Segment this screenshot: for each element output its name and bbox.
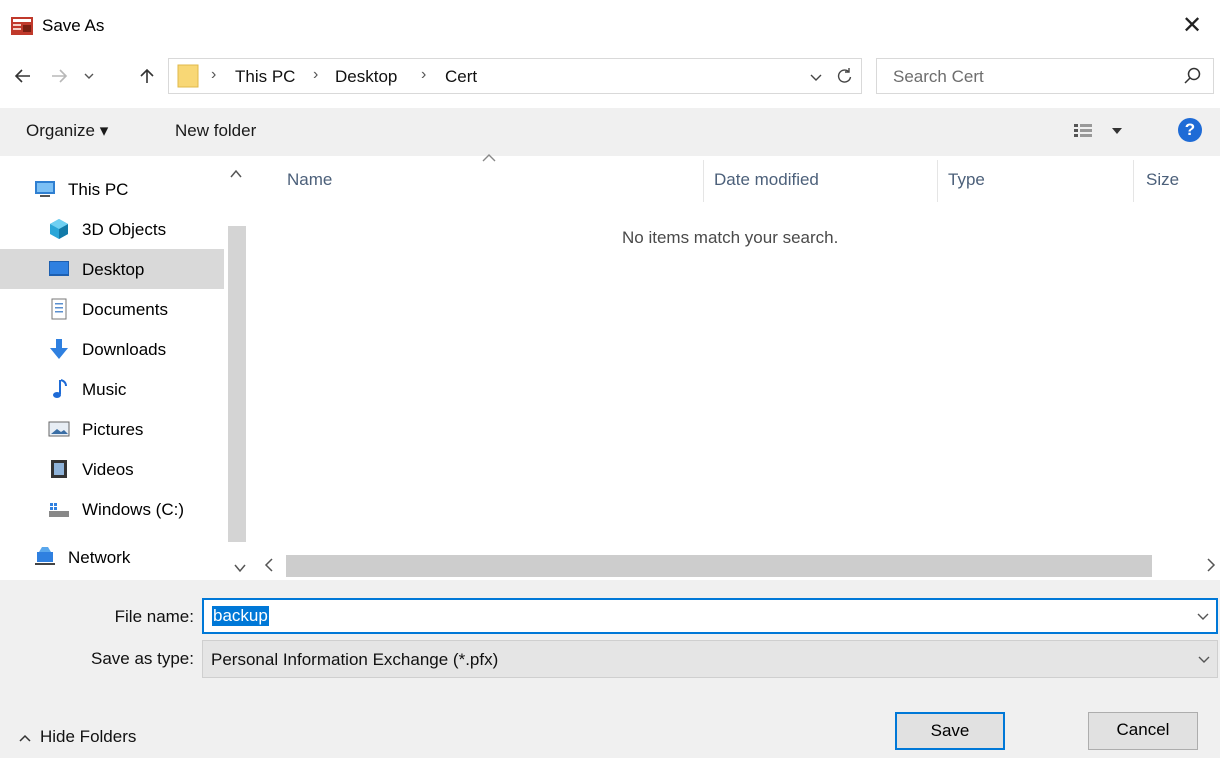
file-name-value[interactable]: backup [212, 606, 269, 626]
arrow-left-icon[interactable] [10, 62, 36, 90]
column-header-type[interactable]: Type [948, 170, 985, 190]
cube-icon [50, 219, 68, 239]
save-as-type-select[interactable]: Personal Information Exchange (*.pfx) [202, 640, 1218, 678]
column-header-name[interactable]: Name [287, 170, 332, 190]
column-header-size[interactable]: Size [1146, 170, 1179, 190]
navigation-pane: This PC 3D Objects Desktop Documents Dow… [0, 156, 248, 580]
sidebar-item-downloads[interactable]: Downloads [0, 329, 224, 369]
scroll-down-arrow-icon[interactable] [228, 560, 252, 576]
sidebar-item-label: 3D Objects [82, 220, 167, 239]
sidebar-item-desktop[interactable]: Desktop [0, 249, 224, 289]
picture-icon [48, 421, 70, 437]
download-icon [50, 339, 68, 359]
save-button[interactable]: Save [895, 712, 1005, 750]
sidebar-item-documents[interactable]: Documents [0, 289, 224, 329]
arrow-up-icon[interactable] [134, 62, 160, 90]
chevron-down-icon[interactable] [80, 62, 98, 90]
search-input[interactable]: Search Cert [893, 67, 984, 87]
computer-icon [35, 181, 55, 197]
sidebar-item-3d-objects[interactable]: 3D Objects [0, 209, 224, 249]
save-as-type-value: Personal Information Exchange (*.pfx) [211, 650, 499, 669]
column-divider[interactable] [1133, 160, 1134, 202]
address-bar[interactable]: › This PC › Desktop › Cert [168, 58, 862, 94]
breadcrumb-this-pc[interactable]: This PC [235, 67, 295, 87]
column-header-date-modified[interactable]: Date modified [714, 170, 819, 190]
sidebar-item-windows-c[interactable]: Windows (C:) [0, 489, 224, 529]
breadcrumb-separator: › [313, 66, 319, 83]
address-history-chevron-icon[interactable] [809, 66, 823, 88]
sidebar-item-label: This PC [68, 180, 129, 199]
sidebar-item-label: Documents [82, 300, 168, 319]
document-icon [51, 298, 67, 320]
sidebar-item-videos[interactable]: Videos [0, 449, 224, 489]
hide-folders-toggle[interactable]: Hide Folders [18, 727, 136, 747]
breadcrumb-cert[interactable]: Cert [445, 67, 477, 87]
scroll-right-arrow-icon[interactable] [1206, 556, 1216, 577]
breadcrumb-separator: › [421, 66, 427, 83]
sidebar-item-network[interactable]: Network [0, 537, 224, 577]
sort-ascending-icon [482, 150, 496, 168]
view-options-icon[interactable] [1072, 120, 1128, 142]
chevron-up-icon [19, 734, 31, 742]
sidebar-item-label: Pictures [82, 420, 144, 439]
network-icon [35, 547, 55, 565]
sidebar-item-label: Network [68, 548, 131, 567]
file-name-label: File name: [114, 607, 194, 626]
cancel-button[interactable]: Cancel [1088, 712, 1198, 750]
column-divider[interactable] [937, 160, 938, 202]
save-as-type-label: Save as type: [90, 649, 194, 668]
organize-menu-button[interactable]: Organize ▾ [26, 121, 108, 141]
sidebar-item-label: Downloads [82, 340, 167, 359]
close-icon[interactable]: ✕ [1172, 10, 1212, 42]
chevron-down-icon[interactable] [1197, 652, 1211, 670]
refresh-icon[interactable] [833, 63, 855, 91]
sidebar-item-music[interactable]: Music [0, 369, 224, 409]
column-divider[interactable] [703, 160, 704, 202]
chevron-down-icon[interactable] [1196, 609, 1210, 627]
search-box[interactable]: Search Cert [876, 58, 1214, 94]
music-note-icon [53, 379, 67, 398]
arrow-right-icon[interactable] [46, 62, 72, 90]
folder-icon [177, 64, 199, 88]
sidebar-item-label: Windows (C:) [82, 500, 185, 519]
breadcrumb-desktop[interactable]: Desktop [335, 67, 397, 87]
scroll-up-arrow-icon[interactable] [224, 166, 248, 182]
certificate-app-icon [11, 17, 33, 35]
sidebar-item-pictures[interactable]: Pictures [0, 409, 224, 449]
sidebar-item-this-pc[interactable]: This PC [0, 169, 224, 209]
search-icon[interactable] [1181, 65, 1203, 87]
window-title: Save As [42, 16, 105, 35]
desktop-icon [49, 261, 69, 276]
horizontal-scroll-thumb[interactable] [286, 555, 1152, 577]
hide-folders-label: Hide Folders [40, 727, 137, 746]
drive-icon [49, 503, 69, 517]
empty-list-message: No items match your search. [622, 228, 839, 247]
scroll-left-arrow-icon[interactable] [264, 556, 274, 577]
sidebar-item-label: Desktop [82, 260, 145, 279]
new-folder-button[interactable]: New folder [175, 121, 256, 141]
title-bar: Save As ✕ [0, 0, 1220, 56]
breadcrumb-separator: › [211, 66, 217, 83]
sidebar-item-label: Videos [82, 460, 134, 479]
navigation-pane-scroll-thumb[interactable] [228, 226, 246, 542]
sidebar-item-label: Music [82, 380, 127, 399]
file-name-field[interactable]: backup [202, 598, 1218, 634]
help-icon[interactable]: ? [1178, 118, 1202, 142]
film-icon [51, 460, 67, 478]
file-list-pane [258, 156, 1220, 580]
